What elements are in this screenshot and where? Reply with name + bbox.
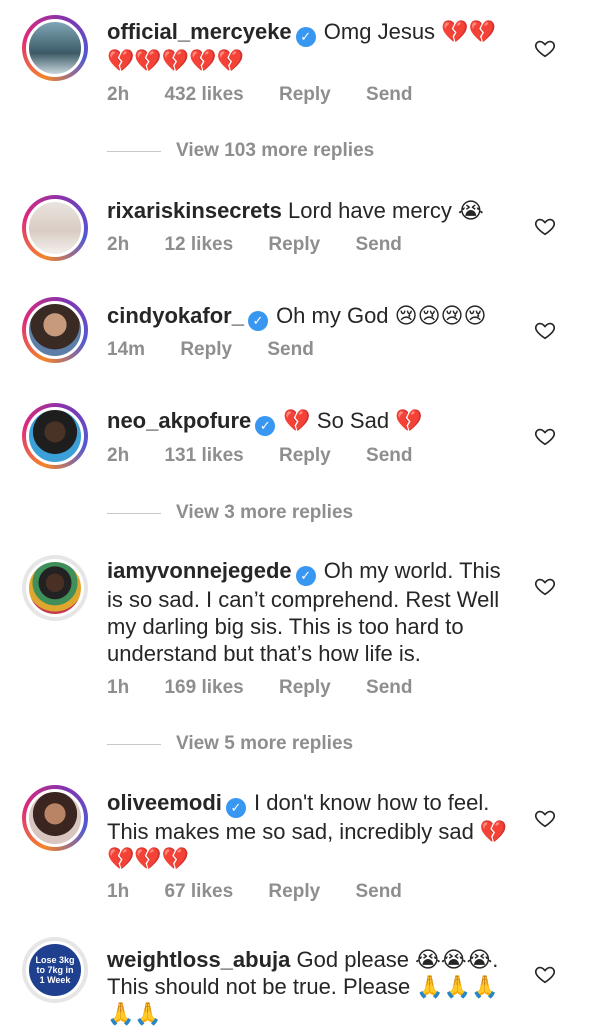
comment-meta: 2h 12 likes Reply Send bbox=[107, 234, 432, 256]
likes-count[interactable]: 67 likes bbox=[164, 881, 233, 902]
verified-badge-icon: ✓ bbox=[295, 27, 316, 47]
avatar[interactable] bbox=[22, 555, 88, 621]
likes-count[interactable]: 131 likes bbox=[164, 445, 243, 466]
timestamp: 2h bbox=[107, 445, 130, 466]
heart-outline-icon[interactable] bbox=[534, 215, 556, 237]
heart-outline-icon[interactable] bbox=[534, 963, 556, 985]
send-button[interactable]: Send bbox=[366, 84, 412, 105]
verified-badge-icon: ✓ bbox=[225, 798, 246, 818]
comment-text: 💔 So Sad 💔 bbox=[283, 408, 423, 433]
comment-text: Lord have mercy 😭 bbox=[288, 198, 484, 223]
username[interactable]: oliveemodi bbox=[107, 790, 222, 815]
likes-count[interactable]: 169 likes bbox=[164, 677, 243, 698]
timestamp: 1h bbox=[107, 881, 130, 902]
view-more-label[interactable]: View 5 more replies bbox=[176, 733, 353, 755]
avatar[interactable] bbox=[22, 403, 88, 469]
heart-outline-icon[interactable] bbox=[534, 37, 556, 59]
verified-badge-icon: ✓ bbox=[295, 566, 316, 586]
reply-button[interactable]: Reply bbox=[180, 339, 232, 360]
send-button[interactable]: Send bbox=[355, 881, 401, 902]
send-button[interactable]: Send bbox=[366, 677, 412, 698]
avatar-ad-text: Lose 3kg to 7kg in 1 Week bbox=[35, 955, 75, 985]
username[interactable]: cindyokafor_ bbox=[107, 303, 244, 328]
timestamp: 2h bbox=[107, 234, 130, 255]
timestamp: 1h bbox=[107, 677, 130, 698]
comment-meta: 2h 432 likes Reply Send bbox=[107, 84, 442, 106]
view-more-replies[interactable]: View 5 more replies bbox=[107, 733, 353, 755]
heart-outline-icon[interactable] bbox=[534, 319, 556, 341]
reply-button[interactable]: Reply bbox=[268, 881, 320, 902]
send-button[interactable]: Send bbox=[366, 445, 412, 466]
username[interactable]: neo_akpofure bbox=[107, 408, 251, 433]
username[interactable]: weightloss_abuja bbox=[107, 947, 290, 972]
heart-outline-icon[interactable] bbox=[534, 575, 556, 597]
avatar[interactable]: Lose 3kg to 7kg in 1 Week bbox=[22, 937, 88, 1003]
reply-button[interactable]: Reply bbox=[279, 84, 331, 105]
timestamp: 14m bbox=[107, 339, 146, 360]
view-more-replies[interactable]: View 3 more replies bbox=[107, 502, 353, 524]
reply-button[interactable]: Reply bbox=[279, 445, 331, 466]
comment-text: Oh my God 😢😢😢😢 bbox=[276, 303, 487, 328]
view-more-label[interactable]: View 103 more replies bbox=[176, 140, 374, 162]
divider bbox=[107, 512, 161, 514]
username[interactable]: iamyvonnejegede bbox=[107, 558, 292, 583]
view-more-label[interactable]: View 3 more replies bbox=[176, 502, 353, 524]
username[interactable]: official_mercyeke bbox=[107, 19, 292, 44]
avatar[interactable] bbox=[22, 195, 88, 261]
timestamp: 2h bbox=[107, 84, 130, 105]
avatar[interactable] bbox=[22, 785, 88, 851]
comment-meta: 14m Reply Send bbox=[107, 339, 344, 361]
likes-count[interactable]: 432 likes bbox=[164, 84, 243, 105]
comment-meta: 1h 67 likes Reply Send bbox=[107, 881, 432, 903]
verified-badge-icon: ✓ bbox=[255, 416, 276, 436]
reply-button[interactable]: Reply bbox=[268, 234, 320, 255]
reply-button[interactable]: Reply bbox=[279, 677, 331, 698]
divider bbox=[107, 743, 161, 745]
divider bbox=[107, 150, 161, 152]
username[interactable]: rixariskinsecrets bbox=[107, 198, 282, 223]
likes-count[interactable]: 12 likes bbox=[164, 234, 233, 255]
verified-badge-icon: ✓ bbox=[247, 311, 268, 331]
send-button[interactable]: Send bbox=[267, 339, 313, 360]
avatar[interactable] bbox=[22, 15, 88, 81]
send-button[interactable]: Send bbox=[355, 234, 401, 255]
comment-meta: 2h 131 likes Reply Send bbox=[107, 445, 442, 467]
avatar[interactable] bbox=[22, 297, 88, 363]
heart-outline-icon[interactable] bbox=[534, 425, 556, 447]
view-more-replies[interactable]: View 103 more replies bbox=[107, 140, 374, 162]
heart-outline-icon[interactable] bbox=[534, 807, 556, 829]
comment-meta: 1h 169 likes Reply Send bbox=[107, 677, 442, 699]
